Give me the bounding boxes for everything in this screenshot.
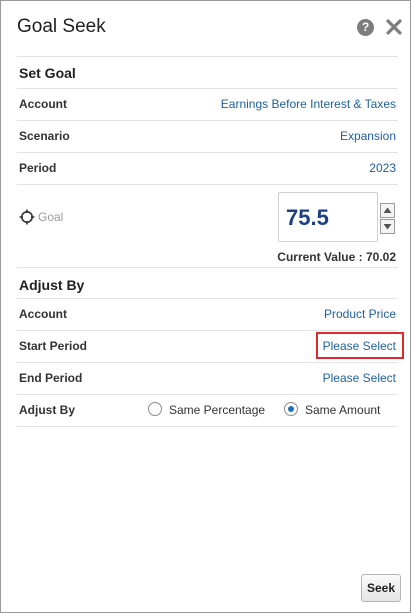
divider xyxy=(17,330,398,331)
set-goal-heading: Set Goal xyxy=(19,65,76,81)
same-percentage-radio[interactable] xyxy=(148,402,162,416)
divider xyxy=(17,152,398,153)
divider xyxy=(17,88,398,89)
same-percentage-label[interactable]: Same Percentage xyxy=(169,403,265,417)
end-period-label: End Period xyxy=(19,371,83,385)
divider xyxy=(17,394,398,395)
goal-seek-dialog: Goal Seek ? Set Goal Account Earnings Be… xyxy=(0,0,411,613)
triangle-up-icon xyxy=(383,207,392,213)
scenario-link[interactable]: Expansion xyxy=(340,129,396,143)
adjust-account-link[interactable]: Product Price xyxy=(324,307,396,321)
same-amount-radio[interactable] xyxy=(284,402,298,416)
current-value: Current Value : 70.02 xyxy=(277,250,396,264)
increment-button[interactable] xyxy=(380,203,395,218)
scenario-label: Scenario xyxy=(19,129,70,143)
period-label: Period xyxy=(19,161,57,175)
triangle-down-icon xyxy=(383,224,392,230)
goal-label: Goal xyxy=(38,210,64,224)
divider xyxy=(17,56,398,57)
goal-value: 75.5 xyxy=(286,205,329,230)
divider xyxy=(17,120,398,121)
divider xyxy=(17,362,398,363)
dialog-title: Goal Seek xyxy=(17,16,106,37)
goal-account-link[interactable]: Earnings Before Interest & Taxes xyxy=(221,97,396,111)
start-period-label: Start Period xyxy=(19,339,88,353)
decrement-button[interactable] xyxy=(380,219,395,234)
adjust-method-label: Adjust By xyxy=(19,403,76,417)
divider xyxy=(17,184,398,185)
seek-button[interactable]: Seek xyxy=(361,574,401,602)
goal-value-input[interactable]: 75.5 xyxy=(278,192,378,242)
period-link[interactable]: 2023 xyxy=(369,161,396,175)
start-period-highlight xyxy=(316,332,404,359)
same-amount-label[interactable]: Same Amount xyxy=(305,403,380,417)
goal-account-label: Account xyxy=(19,97,67,111)
end-period-link[interactable]: Please Select xyxy=(323,371,396,385)
help-icon[interactable]: ? xyxy=(357,19,374,36)
adjust-by-heading: Adjust By xyxy=(19,277,85,293)
divider xyxy=(17,298,398,299)
target-icon xyxy=(19,209,35,225)
close-icon[interactable] xyxy=(385,18,403,36)
divider xyxy=(17,426,398,427)
divider xyxy=(17,267,398,268)
adjust-account-label: Account xyxy=(19,307,67,321)
